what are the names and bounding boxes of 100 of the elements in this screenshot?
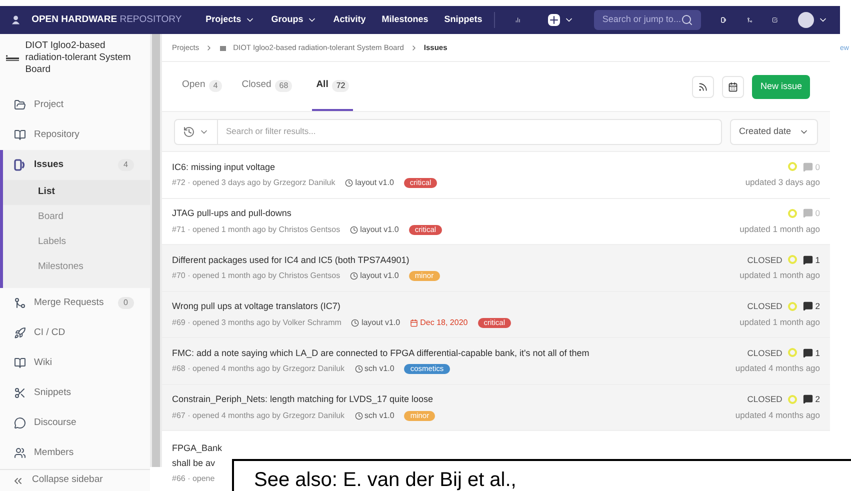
issue-title[interactable]: FMC: add a note saying which LA_D are connected to FPGA differential-capable bank, it's not all of them: [172, 346, 736, 360]
updated-time: updated 4 months ago: [735, 362, 820, 375]
clock-icon: [345, 179, 354, 187]
nav-link[interactable]: Projects: [206, 13, 256, 27]
project-name[interactable]: DIOT Igloo2-based radiation-tolerant System Board: [25, 40, 144, 76]
status-icon: [788, 348, 798, 358]
due-date: Dec 18, 2020: [410, 316, 468, 328]
sidebar-item[interactable]: Wiki: [0, 348, 150, 378]
milestone-link[interactable]: layout v1.0: [345, 177, 394, 189]
clock-icon: [351, 318, 360, 326]
sidebar-item[interactable]: Members: [0, 438, 150, 468]
comment-count: 0: [803, 207, 820, 220]
issue-title[interactable]: shall be av: [172, 456, 216, 470]
updated-time: updated 3 days ago: [745, 176, 820, 189]
sidebar-item[interactable]: Repository: [0, 120, 150, 150]
sidebar-subitem[interactable]: List: [3, 180, 150, 205]
status-icon: [788, 162, 798, 172]
clock-icon: [350, 226, 358, 234]
milestone-link[interactable]: sch v1.0: [354, 410, 394, 422]
updated-time: updated 1 month ago: [740, 269, 820, 282]
search-field[interactable]: Search or jump to...: [594, 10, 701, 30]
sidebar-scrollbar[interactable]: [150, 34, 162, 467]
nav-link[interactable]: Snippets: [444, 13, 482, 27]
sidebar-item[interactable]: CI / CD: [0, 318, 150, 348]
issue-meta: #71 · opened 1 month ago by Christos Gentsos: [172, 224, 340, 236]
updated-time: updated 1 month ago: [740, 316, 820, 328]
comment-count: 0: [803, 160, 820, 174]
search-icon: [680, 14, 693, 26]
issues-icon: [14, 159, 26, 171]
sidebar-item[interactable]: Issues 4: [3, 150, 150, 180]
issue-status: CLOSED: [747, 393, 782, 406]
issue-tab[interactable]: Open 4: [182, 62, 222, 111]
issue-title[interactable]: Wrong pull ups at voltage translators (IC7): [172, 300, 740, 314]
comment-count: 1: [803, 346, 820, 360]
milestone-link[interactable]: layout v1.0: [350, 270, 399, 282]
sidebar-item[interactable]: Discourse: [0, 408, 150, 438]
issue-title[interactable]: Constrain_Periph_Nets: length matching for LVDS_17 quite loose: [172, 393, 736, 406]
status-icon: [788, 208, 798, 218]
issue-status: CLOSED: [747, 346, 782, 360]
sidebar-item[interactable]: Project: [0, 90, 150, 120]
comment-count: 2: [803, 393, 820, 406]
issue-meta: #66 · opene: [172, 473, 215, 485]
history-icon: [183, 126, 195, 138]
project-icon: [219, 44, 228, 52]
milestone-link[interactable]: sch v1.0: [354, 363, 394, 375]
clock-icon: [350, 272, 358, 280]
issue-status: CLOSED: [747, 254, 782, 266]
avatar[interactable]: [798, 12, 814, 28]
nav-link[interactable]: Milestones: [382, 13, 428, 27]
status-icon: [788, 302, 798, 311]
issue-tab[interactable]: Closed 68: [242, 62, 292, 111]
rocket-icon: [14, 327, 26, 339]
issue-meta: #68 · opened 4 months ago by Grzegorz Daniluk: [172, 363, 345, 375]
brand-name[interactable]: OPEN HARDWARE REPOSITORY: [32, 12, 182, 28]
status-icon: [788, 255, 798, 264]
note-overlay: See also: E. van der Bij et al.,: [232, 459, 851, 491]
issue-status: CLOSED: [747, 300, 782, 313]
comment-icon: [803, 394, 814, 404]
issue-meta: #69 · opened 3 months ago by Volker Schramm: [172, 316, 342, 328]
sidebar-item[interactable]: Snippets: [0, 378, 150, 408]
issue-title[interactable]: FPGA_Bank: [172, 442, 222, 456]
sidebar-item[interactable]: Merge Requests 0: [0, 288, 150, 318]
nav-link[interactable]: Groups: [271, 13, 318, 27]
milestone-link[interactable]: layout v1.0: [350, 224, 399, 236]
comment-count: 2: [803, 300, 820, 313]
calendar-button[interactable]: [722, 76, 744, 98]
comment-icon: [803, 301, 814, 312]
sort-dropdown[interactable]: Created date: [730, 118, 818, 144]
folder-icon: [14, 99, 26, 111]
count-badge: 72: [332, 80, 350, 92]
comment-count: 1: [803, 254, 820, 266]
issue-meta: #70 · opened 1 month ago by Christos Gentsos: [172, 270, 340, 282]
book-icon: [14, 129, 26, 141]
issue-title[interactable]: JTAG pull-ups and pull-downs: [172, 207, 740, 220]
comment-icon: [803, 208, 814, 218]
updated-time: updated 1 month ago: [740, 222, 820, 236]
clock-icon: [354, 365, 363, 373]
scissors-icon: [14, 387, 26, 399]
updated-time: updated 4 months ago: [735, 408, 820, 422]
chat-icon: [14, 417, 26, 429]
plus-icon[interactable]: [548, 14, 560, 26]
issue-title[interactable]: Different packages used for IC4 and IC5 (both TPS7A4901): [172, 254, 740, 267]
calendar-icon: [728, 82, 738, 92]
status-icon: [788, 394, 798, 404]
rss-button[interactable]: [692, 76, 714, 98]
users-icon: [14, 447, 26, 459]
count-badge: 4: [118, 159, 134, 171]
count-badge: 68: [275, 80, 292, 92]
issue-meta: #67 · opened 4 months ago by Grzegorz Daniluk: [172, 410, 345, 422]
count-badge: 0: [118, 297, 134, 309]
book-icon: [14, 357, 26, 369]
comment-icon: [803, 254, 814, 265]
count-badge: 4: [209, 80, 222, 92]
nav-link[interactable]: Activity: [333, 13, 366, 27]
issue-title[interactable]: IC6: missing input voltage: [172, 160, 746, 174]
merge-icon: [14, 297, 26, 309]
comment-icon: [803, 162, 814, 172]
comment-icon: [803, 348, 814, 358]
clock-icon: [354, 412, 363, 420]
milestone-link[interactable]: layout v1.0: [351, 316, 400, 328]
